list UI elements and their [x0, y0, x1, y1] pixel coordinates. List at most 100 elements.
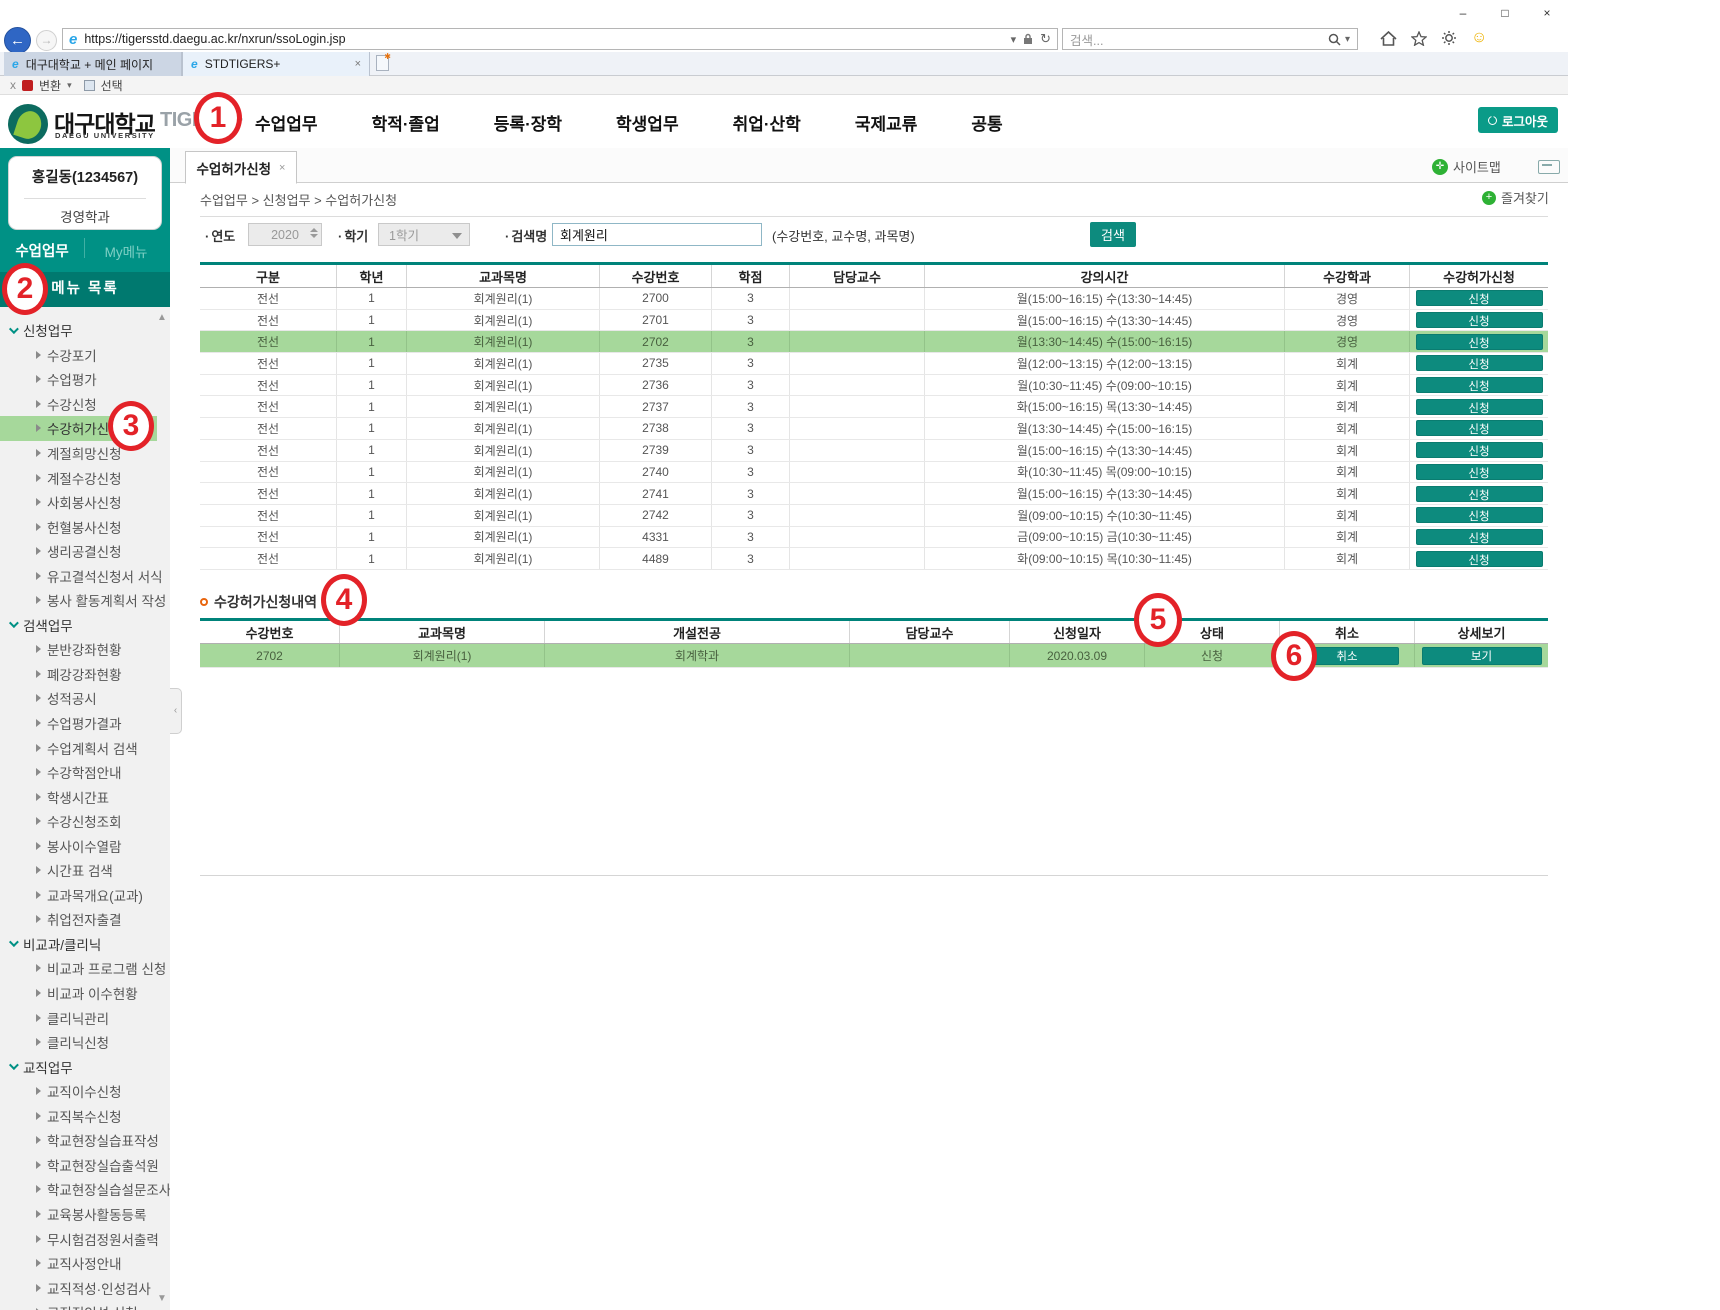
course-row[interactable]: 전선1회계원리(1)43313금(09:00~10:15) 금(10:30~11…	[200, 527, 1548, 549]
keyword-input[interactable]	[552, 223, 762, 246]
menu-item[interactable]: 계절수강신청	[0, 465, 170, 490]
minimize-button[interactable]: –	[1448, 4, 1478, 22]
course-row[interactable]: 전선1회계원리(1)27393월(15:00~16:15) 수(13:30~14…	[200, 440, 1548, 462]
menu-item[interactable]: 헌혈봉사신청	[0, 514, 170, 539]
apply-button[interactable]: 신청	[1416, 399, 1543, 415]
favorite-button[interactable]: + 즐겨찾기	[1482, 188, 1549, 207]
page-tab[interactable]: 수업허가신청 ×	[185, 151, 297, 184]
nav-item[interactable]: 학적·졸업	[372, 110, 440, 135]
menu-item[interactable]: 학교현장실습출석원	[0, 1153, 170, 1178]
menu-item[interactable]: 교과목개요(교과)	[0, 883, 170, 908]
course-row[interactable]: 전선1회계원리(1)44893화(09:00~10:15) 목(10:30~11…	[200, 548, 1548, 570]
refresh-icon[interactable]: ↻	[1040, 31, 1051, 47]
menu-item[interactable]: 수강포기	[0, 343, 170, 368]
sidebar-tab-work[interactable]: 수업업무	[0, 240, 84, 261]
menu-item[interactable]: 사회봉사신청	[0, 490, 170, 515]
course-row[interactable]: 전선1회계원리(1)27013월(15:00~16:15) 수(13:30~14…	[200, 310, 1548, 332]
menu-scroll-down-icon[interactable]: ▼	[155, 1292, 169, 1306]
menu-item[interactable]: 수업평가결과	[0, 711, 170, 736]
url-field[interactable]: e https://tigersstd.daegu.ac.kr/nxrun/ss…	[62, 28, 1058, 50]
course-row[interactable]: 전선1회계원리(1)27383월(13:30~14:45) 수(15:00~16…	[200, 418, 1548, 440]
menu-item[interactable]: 폐강강좌현황	[0, 662, 170, 687]
menu-item[interactable]: 무시험검정원서출력	[0, 1226, 170, 1251]
menu-item[interactable]: 수업계획서 검색	[0, 735, 170, 760]
favorites-star-icon[interactable]	[1411, 31, 1427, 46]
menu-item[interactable]: 학교현장실습표작성	[0, 1128, 170, 1153]
menu-scroll-up-icon[interactable]: ▲	[155, 311, 169, 325]
back-button[interactable]: ←	[4, 27, 31, 54]
term-select[interactable]: 1학기	[378, 223, 470, 246]
menu-item[interactable]: 생리공결신청	[0, 539, 170, 564]
apply-button[interactable]: 신청	[1416, 334, 1543, 350]
menu-item[interactable]: 교육봉사활동등록	[0, 1202, 170, 1227]
menu-group[interactable]: 교직업무	[0, 1054, 170, 1079]
maximize-button[interactable]: □	[1490, 4, 1520, 22]
menu-item[interactable]: 취업전자출결	[0, 907, 170, 932]
menu-item[interactable]: 분반강좌현황	[0, 637, 170, 662]
apply-button[interactable]: 신청	[1416, 442, 1543, 458]
apply-button[interactable]: 신청	[1416, 377, 1543, 393]
menu-item[interactable]: 학생시간표	[0, 784, 170, 809]
close-button[interactable]: ×	[1532, 4, 1562, 22]
menu-item[interactable]: 학교현장실습설문조사	[0, 1177, 170, 1202]
logout-button[interactable]: 로그아웃	[1478, 107, 1558, 133]
select-button[interactable]: 선택	[101, 77, 123, 94]
menu-item[interactable]: 수강신청조회	[0, 809, 170, 834]
apply-button[interactable]: 신청	[1416, 420, 1543, 436]
browser-tab-home[interactable]: e 대구대학교 + 메인 페이지	[4, 52, 182, 76]
menu-item[interactable]: 성적공시	[0, 686, 170, 711]
menu-item[interactable]: 교직적성·인성검사	[0, 1275, 170, 1300]
feedback-smiley-icon[interactable]: ☺	[1471, 30, 1487, 46]
menu-group[interactable]: 검색업무	[0, 613, 170, 638]
apply-button[interactable]: 신청	[1416, 312, 1543, 328]
addon-close-button[interactable]: x	[10, 78, 16, 92]
search-dropdown-icon[interactable]: ▾	[1345, 34, 1350, 45]
menu-item[interactable]: 유고결석신청서 서식	[0, 563, 170, 588]
sidebar-tab-mymenu[interactable]: My메뉴	[86, 241, 166, 261]
course-row[interactable]: 전선1회계원리(1)27373화(15:00~16:15) 목(13:30~14…	[200, 396, 1548, 418]
course-row[interactable]: 전선1회계원리(1)27423월(09:00~10:15) 수(10:30~11…	[200, 505, 1548, 527]
apply-button[interactable]: 신청	[1416, 529, 1543, 545]
menu-item[interactable]: 클리닉관리	[0, 1005, 170, 1030]
menu-item[interactable]: 클리닉신청	[0, 1030, 170, 1055]
course-row[interactable]: 전선1회계원리(1)27413월(15:00~16:15) 수(13:30~14…	[200, 483, 1548, 505]
course-row[interactable]: 전선1회계원리(1)27003월(15:00~16:15) 수(13:30~14…	[200, 288, 1548, 310]
search-icon[interactable]	[1328, 33, 1341, 46]
university-logo[interactable]	[8, 104, 48, 144]
menu-item[interactable]: 봉사 활동계획서 작성	[0, 588, 170, 613]
apply-button[interactable]: 신청	[1416, 290, 1543, 306]
menu-item[interactable]: 교직복수신청	[0, 1104, 170, 1129]
course-row[interactable]: 전선1회계원리(1)27023월(13:30~14:45) 수(15:00~16…	[200, 331, 1548, 353]
nav-item[interactable]: 등록·장학	[494, 110, 562, 135]
menu-group[interactable]: 비교과/클리닉	[0, 932, 170, 957]
nav-item[interactable]: 공통	[971, 110, 1002, 135]
course-row[interactable]: 전선1회계원리(1)27353월(12:00~13:15) 수(12:00~13…	[200, 353, 1548, 375]
apply-button[interactable]: 신청	[1416, 355, 1543, 371]
convert-button[interactable]: 변환	[39, 77, 61, 94]
menu-item[interactable]: 봉사이수열람	[0, 833, 170, 858]
url-dropdown-icon[interactable]: ▾	[1011, 33, 1017, 46]
spinner-arrows-icon[interactable]	[310, 228, 318, 238]
apply-button[interactable]: 신청	[1416, 464, 1543, 480]
menu-item[interactable]: 시간표 검색	[0, 858, 170, 883]
apply-button[interactable]: 신청	[1416, 486, 1543, 502]
menu-item[interactable]: 교직사정안내	[0, 1251, 170, 1276]
forward-button[interactable]: →	[36, 30, 57, 51]
menu-item[interactable]: 비교과 이수현황	[0, 981, 170, 1006]
tab-close-icon[interactable]: ×	[347, 58, 361, 70]
menu-item[interactable]: 교직적인성 신청	[0, 1300, 170, 1310]
apply-button[interactable]: 신청	[1416, 507, 1543, 523]
history-row[interactable]: 2702 회계원리(1) 회계학과 2020.03.09 신청 취소 보기	[200, 644, 1548, 668]
menu-item[interactable]: 비교과 프로그램 신청	[0, 956, 170, 981]
menu-item[interactable]: 교직이수신청	[0, 1079, 170, 1104]
sitemap-button[interactable]: ✛ 사이트맵	[1432, 157, 1501, 176]
window-switch-icon[interactable]	[1538, 160, 1560, 174]
menu-group[interactable]: 신청업무	[0, 318, 170, 343]
menu-item[interactable]: 수강학점안내	[0, 760, 170, 785]
view-button[interactable]: 보기	[1422, 647, 1542, 665]
menu-item[interactable]: 수업평가	[0, 367, 170, 392]
convert-caret-icon[interactable]: ▾	[67, 80, 72, 91]
new-tab-button[interactable]: ✱	[376, 55, 389, 71]
sidebar-collapse-handle[interactable]: ‹	[170, 688, 182, 734]
search-button[interactable]: 검색	[1090, 222, 1136, 247]
